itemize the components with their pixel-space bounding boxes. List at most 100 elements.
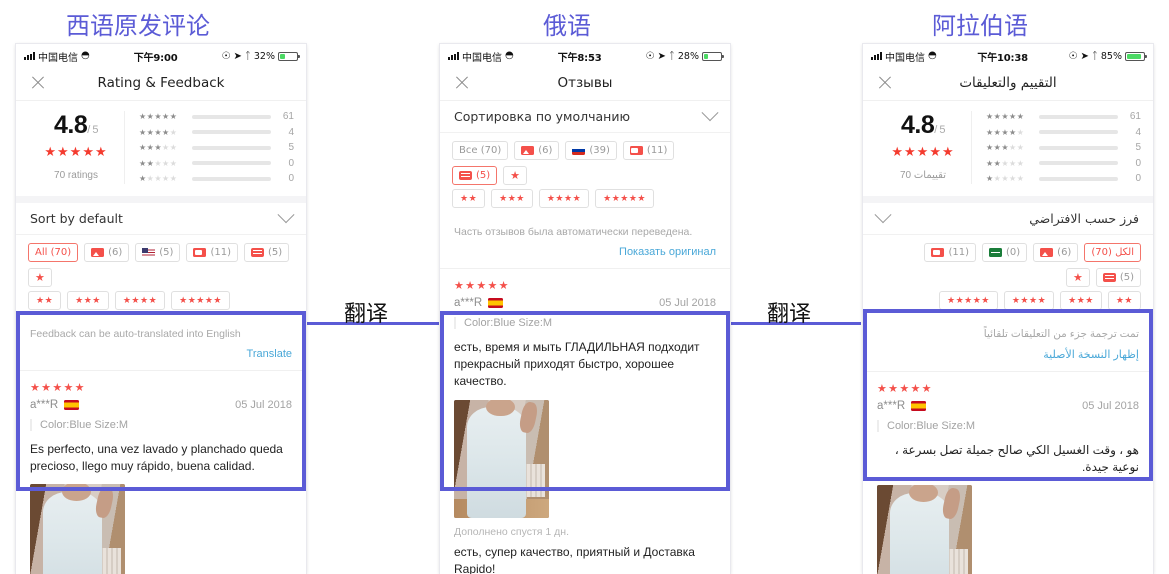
clock-label: 下午10:38: [977, 52, 1028, 64]
score-suffix: / 5: [934, 124, 945, 136]
star-filter-chip-2[interactable]: ★★★★: [114, 291, 166, 310]
show-original-link[interactable]: Показать оригинал: [454, 246, 716, 258]
nav-bar: التقييم والتعليقات: [863, 66, 1153, 101]
battery-pct-label: 32%: [253, 50, 275, 62]
star-filter-chip-0[interactable]: ★★: [28, 291, 62, 310]
filter-chip-2[interactable]: (5): [135, 243, 181, 262]
filter-chip-3[interactable]: (11): [622, 141, 675, 160]
message-icon: [459, 171, 472, 180]
sort-row[interactable]: فرز حسب الافتراضي: [863, 203, 1153, 235]
rating-histogram: ★★★★★ 61 ★★★★★ 4 ★★★★★ 5 ★★★★★ 0 ★★★★★ 0: [125, 111, 294, 184]
filter-chip-row: All (70) (6) (5) (11) (5) ★: [16, 235, 306, 291]
histogram-row: ★★★★★ 5: [986, 142, 1141, 153]
filter-chip-label: (5): [267, 247, 283, 258]
filter-chip-label: (6): [538, 145, 553, 156]
review-date: 05 Jul 2018: [235, 398, 292, 411]
filter-chip-5[interactable]: ★: [1065, 268, 1090, 287]
video-icon: [629, 146, 643, 155]
alarm-icon: ☉: [1068, 50, 1078, 62]
status-bar: 中国电信 ◓ 下午10:38 ☉ ➤ ᛏ 85%: [863, 44, 1153, 66]
close-icon[interactable]: [30, 75, 46, 91]
review-meta: a***R 05 Jul 2018: [877, 400, 1139, 412]
star-filter-chip-0[interactable]: ★★: [452, 189, 486, 208]
filter-chip-0[interactable]: Все (70): [452, 141, 509, 160]
star-filter-chip-1[interactable]: ★★★: [67, 291, 109, 310]
star-filter-chip-2[interactable]: ★★★★: [538, 189, 590, 208]
filter-chip-4[interactable]: (5): [452, 166, 498, 185]
star-filter-chip-3[interactable]: ★★★★★: [595, 189, 654, 208]
filter-chip-3[interactable]: (11): [924, 243, 976, 262]
flag-sa-icon: [989, 248, 1002, 257]
filter-chip-1[interactable]: (6): [514, 141, 560, 160]
star-filter-chip-1[interactable]: ★★★: [1060, 291, 1102, 310]
filter-chip-5[interactable]: ★: [503, 166, 528, 185]
signal-icon: [24, 52, 35, 60]
alarm-icon: ☉: [645, 50, 655, 62]
filter-chip-4[interactable]: (5): [1095, 268, 1141, 287]
star-icon: ★: [35, 271, 45, 284]
histogram-row: ★★★★★ 61: [986, 111, 1141, 122]
status-right: ☉ ➤ ᛏ 85%: [1068, 50, 1147, 62]
star-filter-chip-3[interactable]: ★★★★★: [939, 291, 998, 310]
sort-row[interactable]: Sort by default: [16, 203, 306, 235]
histogram-row: ★★★★★ 0: [139, 173, 294, 184]
filter-chip-label: (39): [589, 145, 610, 156]
review-photo[interactable]: [454, 399, 549, 518]
filter-chip-4[interactable]: (5): [243, 243, 290, 262]
photo-icon: [1040, 248, 1054, 257]
filter-chip-3[interactable]: (11): [186, 243, 238, 262]
filter-chip-label: (11): [646, 145, 668, 156]
translate-notice: Часть отзывов была автоматически перевед…: [440, 216, 730, 262]
star-filter-chip-3[interactable]: ★★★★★: [171, 291, 230, 310]
review-stars: ★★★★★: [30, 381, 86, 394]
status-left: 中国电信 ◓: [871, 49, 937, 64]
histogram-count: 61: [282, 111, 294, 122]
review-photo[interactable]: [30, 484, 125, 574]
histogram-count: 5: [1135, 142, 1141, 153]
filter-chip-row: Все (70) (6) (39) (11) (5) ★: [440, 133, 730, 189]
phone-panel-spanish: 中国电信 ◓ 下午9:00 ☉ ➤ ᛏ 32% Rating & Feedbac…: [16, 44, 306, 574]
filter-chip-2[interactable]: (39): [565, 141, 617, 160]
chevron-down-icon: [874, 205, 892, 223]
filter-chip-0[interactable]: All (70): [28, 243, 79, 262]
rating-summary: 4.8/ 5 ★★★★★ 70 ratings ★★★★★ 61 ★★★★★ 4 ★★★…: [16, 101, 306, 196]
review-photo[interactable]: [877, 485, 972, 574]
star-filter-chip-2[interactable]: ★★★★: [1003, 291, 1055, 310]
heading-arabic: 阿拉伯语: [932, 12, 1028, 40]
photo-icon: [91, 248, 105, 257]
show-original-link[interactable]: إظهار النسخة الأصلية: [877, 348, 1139, 361]
close-icon[interactable]: [877, 75, 893, 91]
sort-row[interactable]: Сортировка по умолчанию: [440, 101, 730, 133]
review-meta: a***R 05 Jul 2018: [30, 399, 292, 411]
close-icon[interactable]: [454, 75, 470, 91]
translate-link[interactable]: Translate: [30, 348, 292, 360]
section-divider: [863, 196, 1153, 203]
histogram-row: ★★★★★ 5: [139, 142, 294, 153]
review-username: a***R: [877, 399, 906, 412]
translate-notice-text: تمت ترجمة جزء من التعليقات تلقائياً: [983, 328, 1139, 340]
wifi-icon: ◓: [81, 50, 90, 61]
rating-score: 4.8/ 5: [901, 111, 945, 140]
review-stars: ★★★★★: [877, 382, 933, 395]
filter-chip-1[interactable]: (6): [1033, 243, 1079, 262]
review-sku: Color:Blue Size:M: [877, 419, 1139, 432]
location-icon: ➤: [233, 50, 242, 62]
status-bar: 中国电信 ◓ 下午9:00 ☉ ➤ ᛏ 32%: [16, 44, 306, 66]
filter-chip-2[interactable]: (0): [982, 243, 1028, 262]
histogram-row-stars: ★★★★★: [139, 127, 178, 137]
comparison-stage: 西语原发评论 俄语 阿拉伯语 翻译 翻译 中国电信 ◓ 下午9:00 ☉ ➤ ᛏ…: [0, 0, 1169, 574]
star-filter-chip-0[interactable]: ★★: [1107, 291, 1141, 310]
chevron-down-icon: [701, 103, 719, 121]
rating-score-block: 4.8/ 5 ★★★★★ 70 ratings: [28, 111, 125, 184]
status-bar: 中国电信 ◓ 下午8:53 ☉ ➤ ᛏ 28%: [440, 44, 730, 66]
alarm-icon: ☉: [221, 50, 231, 62]
review-item: ★★★★★ a***R 05 Jul 2018 Color:Blue Size:…: [440, 269, 730, 574]
filter-chip-1[interactable]: (6): [84, 243, 130, 262]
status-left: 中国电信 ◓: [24, 49, 90, 64]
ratings-count-label: 70 تقييمات: [899, 170, 947, 181]
filter-chip-0[interactable]: الكل (70): [1084, 243, 1141, 262]
star-filter-chip-1[interactable]: ★★★: [491, 189, 533, 208]
review-item: ★★★★★ a***R 05 Jul 2018 Color:Blue Size:…: [16, 371, 306, 574]
filter-chip-5[interactable]: ★: [28, 268, 52, 287]
signal-icon: [448, 52, 459, 60]
